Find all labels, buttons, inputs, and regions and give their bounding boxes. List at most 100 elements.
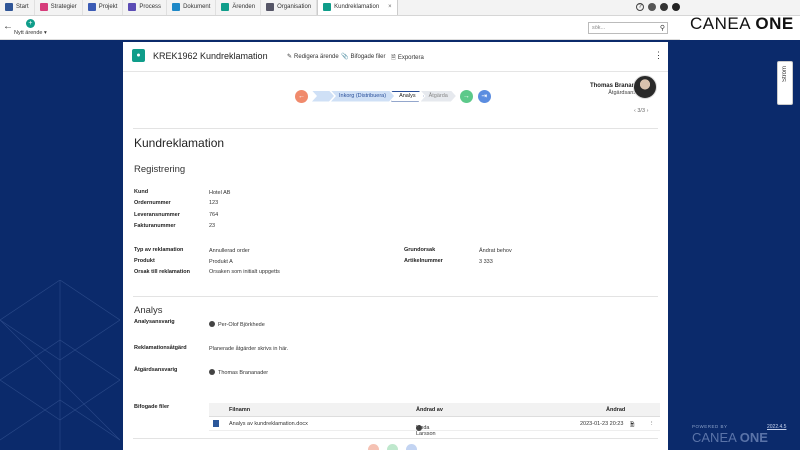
tab-label: Start <box>16 4 29 10</box>
workflow-step-action[interactable]: Åtgärda <box>421 91 456 102</box>
back-arrow-icon[interactable]: ← <box>3 21 13 32</box>
new-case-button[interactable]: + Nytt ärende ▾ <box>14 19 47 36</box>
article-label: Artikelnummer <box>404 258 443 264</box>
case-header: ● KREK1962 Kundreklamation ✎ Redigera äre… <box>123 42 668 72</box>
product-label: Produkt <box>134 258 155 264</box>
more-options-icon[interactable]: ⋮ <box>654 50 663 61</box>
column-filename[interactable]: Filnamn <box>229 407 250 413</box>
search-icon[interactable]: ⚲ <box>660 24 665 32</box>
tab-start[interactable]: Start <box>0 0 35 15</box>
export-button[interactable]: 🗎 Exportera <box>391 53 424 63</box>
pager-value: 3/3 <box>637 108 646 114</box>
chevron-left-icon[interactable]: ‹ <box>634 108 636 114</box>
file-icon[interactable]: 🗎 <box>630 421 634 430</box>
attached-files-button[interactable]: 📎 Bifogade filer <box>341 53 386 61</box>
previous-step-button[interactable]: ← <box>295 89 308 103</box>
case-title: KREK1962 Kundreklamation <box>153 51 268 61</box>
next-step-button[interactable]: → <box>459 89 473 103</box>
tab-bar: Start Strategier Projekt Process Dokument Äre… <box>0 0 800 16</box>
chevron-right-icon[interactable]: › <box>647 108 649 114</box>
search-placeholder: sök... <box>592 25 606 31</box>
new-case-label: Nytt ärende <box>14 30 43 36</box>
tab-strategier[interactable]: Strategier <box>35 0 83 15</box>
customer-value: Hotel AB <box>209 190 231 196</box>
case-icon: ● <box>132 49 145 62</box>
column-changed[interactable]: Ändrad <box>606 407 625 413</box>
export-label: Exportera <box>397 55 424 61</box>
attached-files-label: Bifogade filer <box>134 404 170 410</box>
tab-label: Kundreklamation <box>334 4 380 10</box>
scrollbar[interactable] <box>793 40 800 450</box>
divider <box>133 296 658 297</box>
gear-icon[interactable] <box>660 3 668 11</box>
search-input[interactable]: sök... ⚲ <box>588 22 668 34</box>
analysis-owner-value: Per-Olof Björkhede <box>209 321 265 328</box>
top-right-icons: ? <box>636 3 680 11</box>
row-options-icon[interactable]: ⋮ <box>649 421 655 427</box>
column-changed-by[interactable]: Ändrad av <box>416 407 443 413</box>
avatar <box>633 75 657 99</box>
root-cause-label: Grundorsak <box>404 247 436 253</box>
person-icon <box>209 321 215 327</box>
tab-dokument[interactable]: Dokument <box>167 0 217 15</box>
user-icon[interactable] <box>672 3 680 11</box>
delivery-value: 764 <box>209 212 219 218</box>
organisation-icon <box>266 3 275 11</box>
next-step-button-bottom[interactable] <box>387 444 398 450</box>
plus-icon: + <box>25 19 35 28</box>
article-value: 3 333 <box>479 259 493 265</box>
complaint-type-value: Annullerad order <box>209 248 250 254</box>
analysis-owner-label: Analysansvarig <box>134 319 175 325</box>
home-icon <box>5 3 13 11</box>
order-label: Ordernummer <box>134 200 171 206</box>
action-owner-value: Thomas Brananader <box>209 369 268 376</box>
person-icon <box>209 369 215 375</box>
product-value: Produkt A <box>209 259 233 265</box>
palette-icon[interactable] <box>648 3 656 11</box>
tab-projekt[interactable]: Projekt <box>83 0 124 15</box>
action-owner-name: Thomas Brananader <box>218 370 269 376</box>
tab-label: Organisation <box>277 4 312 10</box>
paperclip-icon: 📎 <box>341 54 349 60</box>
help-icon[interactable]: ? <box>636 3 644 11</box>
corrective-action-label: Reklamationsåtgärd <box>134 345 187 351</box>
cases-icon <box>221 3 230 11</box>
tab-organisation[interactable]: Organisation <box>261 0 318 15</box>
close-icon[interactable]: × <box>388 4 392 10</box>
edit-case-button[interactable]: ✎ Redigera ärende <box>287 53 339 61</box>
responsible-pager[interactable]: ‹ 3/3 › <box>634 108 648 114</box>
changed-by-name: Linda Larsson <box>416 425 436 437</box>
workflow-step-inbox[interactable]: Inkorg (Distribuera) <box>331 91 394 102</box>
files-table-header: Filnamn Ändrad av Ändrad <box>209 403 660 417</box>
tab-label: Process <box>139 4 162 10</box>
last-step-button-bottom[interactable] <box>406 444 417 450</box>
previous-step-button-bottom[interactable] <box>368 444 379 450</box>
complaint-type-label: Typ av reklamation <box>134 247 184 253</box>
tab-kundreklamation[interactable]: Kundreklamation × <box>317 0 398 15</box>
tab--renden[interactable]: Ärenden <box>216 0 262 15</box>
brand-logo: CANEA ONE <box>690 14 794 33</box>
tab-process[interactable]: Process <box>123 0 168 15</box>
workflow-step-analysis[interactable]: Analys <box>391 91 424 102</box>
tab-label: Ärenden <box>232 4 256 10</box>
workflow-step-start <box>312 91 334 102</box>
bottom-navigation <box>368 444 417 450</box>
file-name[interactable]: Analys av kundreklamation.docx <box>229 421 308 427</box>
analysis-owner-name: Per-Olof Björkhede <box>218 322 265 328</box>
divider <box>133 128 658 129</box>
stream-panel-tab[interactable]: Ström <box>777 61 793 105</box>
last-step-button[interactable]: ⇥ <box>477 89 491 103</box>
version-link[interactable]: 2022.4.5 <box>767 424 786 430</box>
reason-label: Orsak till reklamation <box>134 269 190 275</box>
invoice-label: Fakturanummer <box>134 223 176 229</box>
table-row[interactable]: Analys av kundreklamation.docx Linda Lar… <box>209 417 660 437</box>
project-icon <box>87 3 96 11</box>
divider <box>133 438 658 439</box>
sub-toolbar: ← + Nytt ärende ▾ <box>0 16 680 40</box>
word-file-icon <box>213 420 219 427</box>
action-owner-label: Åtgärdsansvarig <box>134 367 178 373</box>
changed-date: 2023-01-23 20:23 <box>580 421 624 427</box>
customer-label: Kund <box>134 189 149 195</box>
footer-brand: CANEA ONE <box>692 430 768 445</box>
document-icon <box>172 3 181 11</box>
